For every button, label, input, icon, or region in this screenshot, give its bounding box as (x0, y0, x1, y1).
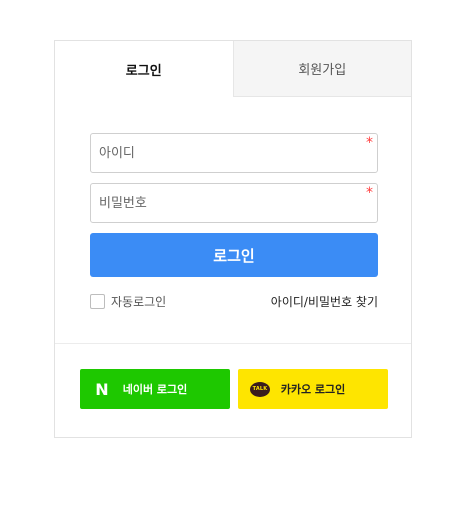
kakao-talk-icon: TALK (250, 379, 270, 399)
tab-bar: 로그인 회원가입 (55, 41, 411, 97)
naver-logo-text: N (95, 379, 109, 399)
kakao-talk-bubble: TALK (250, 381, 270, 397)
password-input[interactable] (91, 184, 377, 222)
auto-login-toggle[interactable]: 자동로그인 (90, 293, 166, 310)
naver-login-label: 네이버 로그인 (122, 383, 188, 396)
id-field: * (90, 133, 378, 173)
tab-login[interactable]: 로그인 (55, 41, 233, 97)
tab-signup[interactable]: 회원가입 (232, 41, 411, 97)
find-account-link[interactable]: 아이디/비밀번호 찾기 (271, 293, 378, 310)
naver-logo-icon: N (92, 379, 112, 399)
divider (55, 343, 411, 344)
naver-login-button[interactable]: N 네이버 로그인 (80, 369, 230, 409)
required-mark: * (366, 185, 373, 201)
login-form: * * 로그인 자동로그인 아이디/비밀번호 찾기 (90, 133, 378, 310)
login-panel: 로그인 회원가입 * * 로그인 자동로그인 아이디/비밀번호 찾기 N 네이버… (54, 40, 412, 438)
kakao-login-button[interactable]: TALK 카카오 로그인 (238, 369, 388, 409)
kakao-login-label: 카카오 로그인 (280, 383, 346, 396)
id-input[interactable] (91, 134, 377, 172)
auto-login-checkbox[interactable] (90, 294, 105, 309)
login-button[interactable]: 로그인 (90, 233, 378, 277)
options-row: 자동로그인 아이디/비밀번호 찾기 (90, 293, 378, 310)
social-login-row: N 네이버 로그인 TALK 카카오 로그인 (80, 369, 388, 409)
password-field: * (90, 183, 378, 223)
auto-login-label: 자동로그인 (111, 295, 167, 309)
required-mark: * (366, 135, 373, 151)
